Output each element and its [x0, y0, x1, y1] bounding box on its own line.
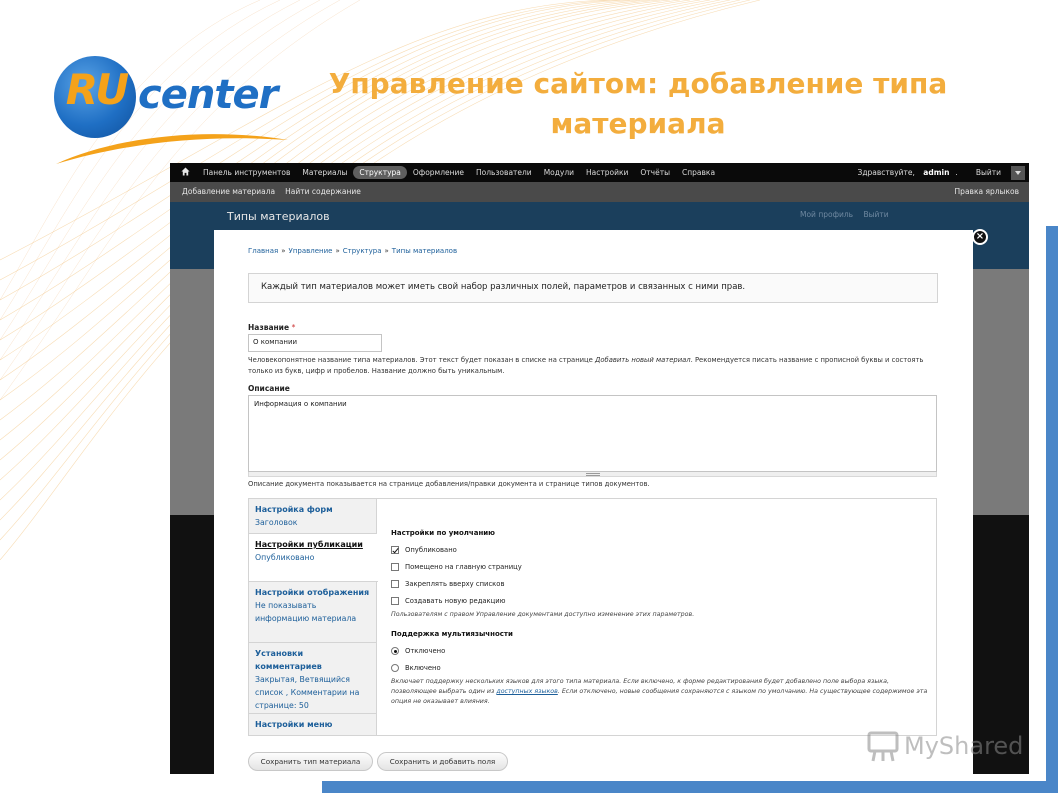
save-and-add-fields-button[interactable]: Сохранить и добавить поля [377, 752, 508, 771]
shortcut-list: Добавление материала Найти содержание [182, 187, 371, 196]
languages-link[interactable]: доступных языков [496, 688, 557, 695]
watermark-text: MyShared [904, 732, 1024, 760]
myshared-watermark: MyShared [866, 728, 1036, 768]
logo-swoosh [56, 134, 288, 164]
shortcut-item-0[interactable]: Добавление материала [182, 187, 275, 196]
logo-ru-text: RU [65, 65, 129, 114]
breadcrumb-home[interactable]: Главная [248, 247, 278, 255]
option-multilang-disabled[interactable]: Отключено [391, 642, 931, 659]
vtab-publishing-options[interactable]: Настройки публикации Опубликовано [249, 534, 378, 582]
help-message: Каждый тип материалов может иметь свой н… [248, 273, 938, 303]
background-page-links: Мой профиль Выйти [800, 210, 897, 219]
option-published[interactable]: Опубликовано [391, 541, 931, 558]
breadcrumb-content-types[interactable]: Типы материалов [392, 247, 457, 255]
vtab-submission-form[interactable]: Настройка форм Заголовок [249, 499, 376, 534]
ru-center-logo: RU center [52, 56, 292, 166]
slide-title: Управление сайтом: добавление типа матер… [328, 67, 948, 140]
content-type-overlay: Главная» Управление» Структура» Типы матери… [214, 230, 973, 774]
checkbox-revision[interactable] [391, 596, 399, 605]
overlay-close-icon[interactable]: × [972, 229, 988, 245]
toolbar-item-4[interactable]: Пользователи [470, 166, 538, 179]
toolbar-item-0[interactable]: Панель инструментов [197, 166, 296, 179]
checkbox-promote[interactable] [391, 562, 399, 571]
checkbox-sticky[interactable] [391, 579, 399, 588]
shortcuts-bar: Добавление материала Найти содержание Пра… [170, 182, 1029, 202]
option-multilang-enabled[interactable]: Включено [391, 659, 931, 676]
multilang-note: Включает поддержку нескольких языков для… [391, 678, 928, 705]
vtab-display-settings[interactable]: Настройки отображения Не показывать инфор… [249, 582, 376, 643]
drupal-screenshot: Панель инструментов Материалы Структура Офо… [170, 163, 1029, 774]
save-content-type-button[interactable]: Сохранить тип материала [248, 752, 373, 771]
vertical-tab-list: Настройка форм Заголовок Настройки публик… [249, 499, 378, 735]
toolbar-item-1[interactable]: Материалы [296, 166, 353, 179]
name-description: Человекопонятное название типа материало… [248, 356, 924, 375]
shortcuts-toggle-icon[interactable] [1011, 165, 1025, 180]
breadcrumb: Главная» Управление» Структура» Типы матери… [248, 247, 458, 255]
user-link[interactable]: admin [923, 168, 949, 177]
vtab-comment-settings[interactable]: Установки комментариев Закрытая, Ветвящий… [249, 643, 376, 714]
toolbar-item-8[interactable]: Справка [676, 166, 721, 179]
checkbox-published[interactable] [391, 545, 399, 554]
name-label: Название * [248, 323, 296, 332]
description-textarea[interactable]: Информация о компании [248, 395, 937, 472]
toolbar-item-6[interactable]: Настройки [580, 166, 634, 179]
option-revision[interactable]: Создавать новую редакцию [391, 592, 931, 609]
vtab-menu-settings[interactable]: Настройки меню [249, 714, 376, 735]
accent-bar-horizontal [322, 781, 1058, 793]
toolbar-user: Здравствуйте, admin. Выйти [846, 163, 1025, 182]
radio-disabled[interactable] [391, 646, 399, 655]
defaults-note: Пользователям с правом Управление докуме… [391, 611, 695, 618]
description-label: Описание [248, 384, 290, 393]
publishing-options-panel: Настройки по умолчанию Опубликовано Поме… [391, 529, 931, 717]
profile-link[interactable]: Мой профиль [800, 210, 853, 219]
bg-logout-link[interactable]: Выйти [863, 210, 888, 219]
edit-shortcuts-link[interactable]: Правка ярлыков [955, 187, 1019, 196]
shortcut-item-1[interactable]: Найти содержание [285, 187, 361, 196]
greeting: Здравствуйте, admin. [857, 168, 958, 177]
grip-icon [586, 473, 600, 476]
required-mark: * [291, 323, 296, 332]
option-promote[interactable]: Помещено на главную страницу [391, 558, 931, 575]
toolbar-item-3[interactable]: Оформление [407, 166, 470, 179]
radio-enabled[interactable] [391, 663, 399, 672]
option-sticky[interactable]: Закреплять вверху списков [391, 575, 931, 592]
presentation-slide: RU center Управление сайтом: добавление … [0, 0, 1058, 793]
background-page-title: Типы материалов [227, 210, 330, 223]
description-help: Описание документа показывается на стран… [248, 480, 650, 488]
toolbar-menu: Панель инструментов Материалы Структура Офо… [197, 163, 721, 182]
toolbar-item-5[interactable]: Модули [538, 166, 580, 179]
home-icon[interactable] [181, 167, 190, 176]
vertical-tabs: Настройка форм Заголовок Настройки публик… [248, 498, 937, 736]
toolbar-item-7[interactable]: Отчёты [634, 166, 676, 179]
defaults-heading: Настройки по умолчанию [391, 529, 495, 537]
multilang-heading: Поддержка мультиязычности [391, 630, 513, 638]
name-input[interactable]: О компании [248, 334, 382, 352]
admin-toolbar: Панель инструментов Материалы Структура Офо… [170, 163, 1029, 182]
watermark-icon [867, 731, 899, 762]
breadcrumb-structure[interactable]: Структура [343, 247, 382, 255]
logout-link[interactable]: Выйти [970, 168, 1007, 177]
logo-center-text: center [138, 72, 278, 118]
breadcrumb-admin[interactable]: Управление [289, 247, 333, 255]
toolbar-item-2[interactable]: Структура [353, 166, 407, 179]
accent-bar-vertical [1046, 226, 1058, 793]
